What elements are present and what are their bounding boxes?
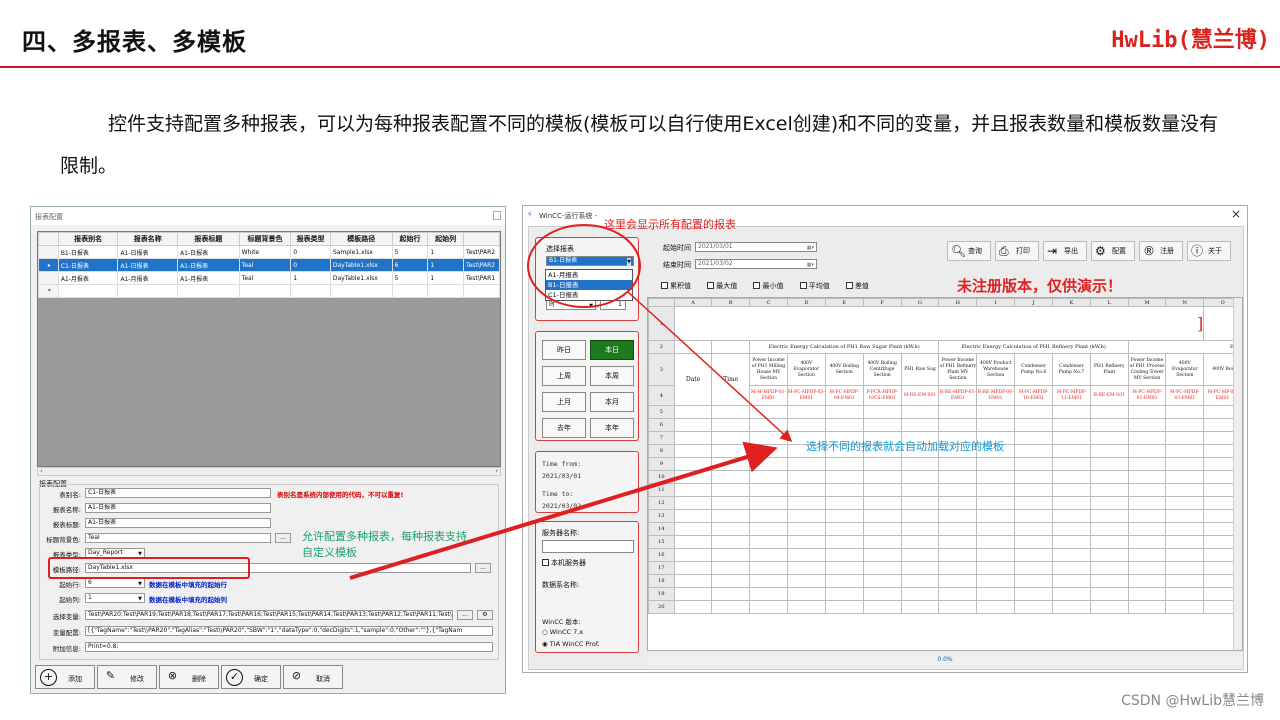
arrow-from-template-path (349, 441, 778, 580)
watermark: CSDN @HwLib慧兰博 (1121, 693, 1264, 709)
arrow-to-sheet (627, 291, 793, 443)
arrows-overlay (349, 291, 793, 580)
